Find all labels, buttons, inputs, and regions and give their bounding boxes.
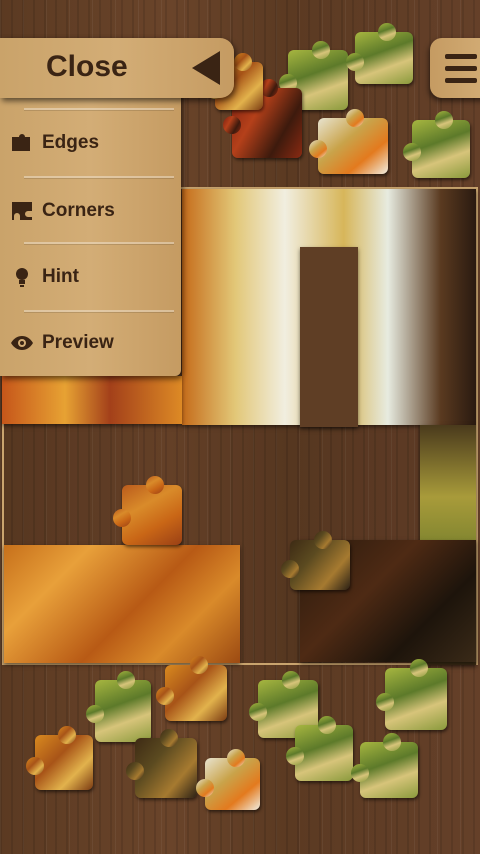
- puzzle-piece[interactable]: [196, 749, 260, 810]
- menu-icon-line: [445, 54, 477, 59]
- puzzle-piece[interactable]: [281, 531, 350, 590]
- close-menu-button[interactable]: Close: [0, 38, 234, 98]
- puzzle-piece[interactable]: [156, 656, 227, 721]
- gap-piece-slot: [300, 247, 358, 427]
- placed-pieces-left-strip: [2, 376, 182, 424]
- puzzle-piece[interactable]: [126, 729, 197, 798]
- puzzle-piece[interactable]: [351, 733, 418, 798]
- puzzle-piece[interactable]: [309, 109, 388, 174]
- back-arrow-icon: [192, 51, 220, 85]
- menu-item-label: Preview: [42, 332, 114, 353]
- lightbulb-icon: [16, 268, 28, 287]
- menu-icon-line: [445, 66, 477, 71]
- puzzle-edge-icon: [12, 134, 30, 151]
- eye-icon: [11, 336, 33, 350]
- puzzle-piece[interactable]: [346, 23, 413, 84]
- menu-icon[interactable]: [430, 38, 480, 98]
- puzzle-corner-icon: [12, 202, 32, 220]
- puzzle-piece[interactable]: [376, 659, 447, 730]
- menu-icon-line: [445, 78, 477, 83]
- menu-item-preview[interactable]: Preview: [0, 310, 181, 376]
- close-label: Close: [46, 50, 128, 83]
- menu-item-label: Corners: [42, 200, 115, 221]
- puzzle-piece[interactable]: [113, 476, 182, 545]
- puzzle-piece[interactable]: [403, 111, 470, 178]
- placed-pieces-bottom-left: [4, 545, 240, 663]
- puzzle-piece[interactable]: [26, 726, 93, 790]
- menu-item-hint[interactable]: Hint: [0, 244, 181, 310]
- menu-item-edges[interactable]: Edges: [0, 110, 181, 176]
- puzzle-piece[interactable]: [86, 671, 151, 742]
- menu-item-corners[interactable]: Corners: [0, 178, 181, 244]
- menu-item-label: Edges: [42, 132, 100, 153]
- puzzle-piece[interactable]: [286, 716, 353, 781]
- menu-item-label: Hint: [42, 266, 79, 287]
